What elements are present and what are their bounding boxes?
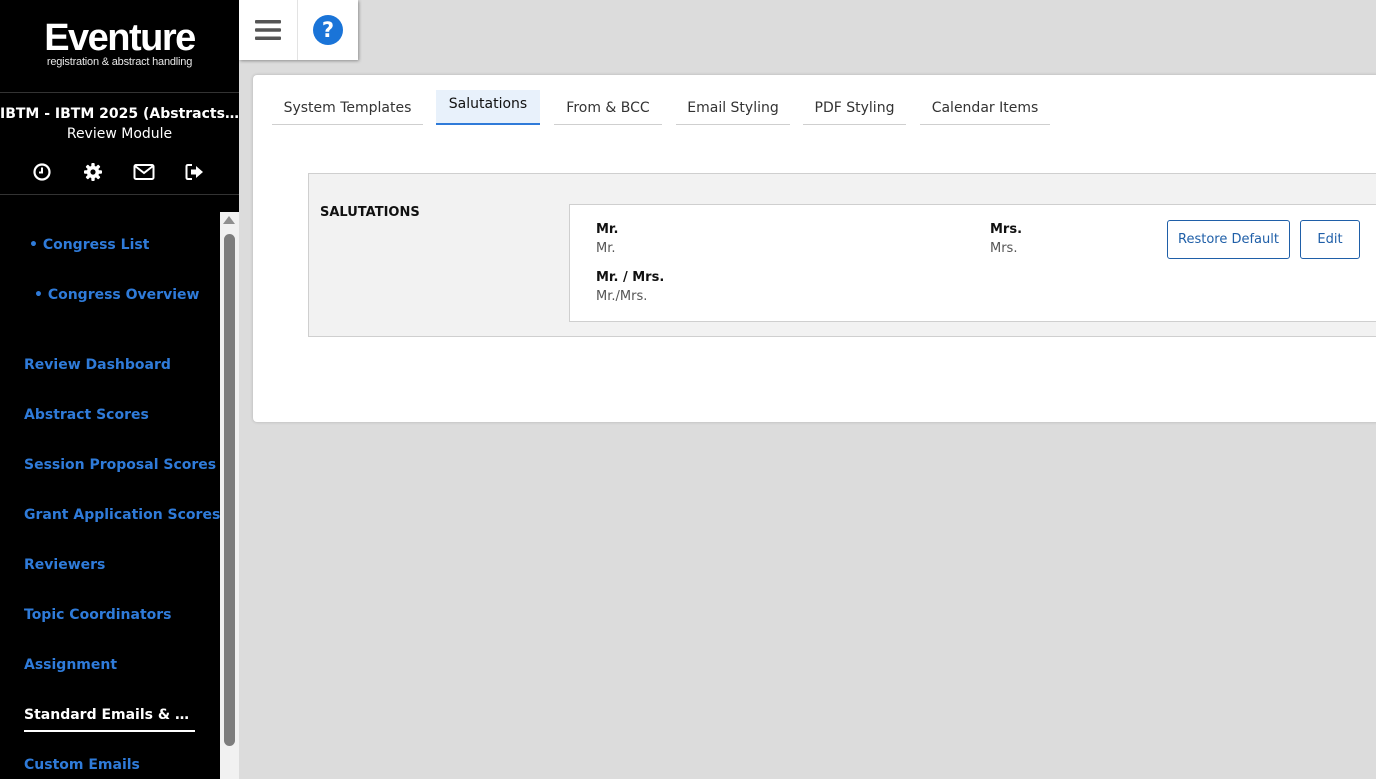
salutations-list: Mr. Mr. Mrs. Mrs. Mr. / Mrs. Mr./Mrs. Re…	[569, 204, 1376, 322]
salutations-panel: SALUTATIONS Mr. Mr. Mrs. Mrs. Mr. / Mrs.…	[308, 173, 1376, 337]
logout-icon[interactable]	[170, 158, 220, 186]
sidebar-item-session-proposal-scores[interactable]: Session Proposal Scores	[24, 455, 216, 475]
salutation-value: Mrs.	[990, 241, 1018, 256]
salutation-label: Mrs.	[990, 222, 1023, 237]
sidebar-item-congress-overview[interactable]: • Congress Overview	[34, 285, 199, 305]
gear-icon[interactable]	[68, 158, 118, 186]
sidebar-item-standard-emails-settings[interactable]: Standard Emails & Setti...	[24, 705, 196, 725]
mail-icon[interactable]	[119, 158, 169, 186]
sidebar-divider	[0, 194, 239, 195]
sidebar-item-assignment[interactable]: Assignment	[24, 655, 117, 675]
brand-logo[interactable]: Eventure registration & abstract handlin…	[0, 18, 239, 68]
sidebar-item-reviewers[interactable]: Reviewers	[24, 555, 105, 575]
tab-calendar-items[interactable]: Calendar Items	[920, 92, 1050, 125]
top-toolbar: ?	[239, 0, 358, 60]
salutation-value: Mr./Mrs.	[596, 289, 648, 304]
active-item-underline	[24, 730, 195, 732]
sidebar-item-topic-coordinators[interactable]: Topic Coordinators	[24, 605, 172, 625]
brand-name: Eventure	[44, 17, 196, 59]
module-name: Review Module	[66, 126, 173, 142]
scroll-up-arrow-icon[interactable]	[223, 216, 235, 224]
sidebar-item-congress-list[interactable]: • Congress List	[29, 235, 149, 255]
sidebar-divider	[0, 92, 239, 93]
sidebar-item-grant-application-scores[interactable]: Grant Application Scores	[24, 505, 220, 525]
svg-text:?: ?	[322, 18, 334, 42]
salutation-value: Mr.	[596, 241, 616, 256]
tab-pdf-styling[interactable]: PDF Styling	[803, 92, 906, 125]
brand-tagline: registration & abstract handling	[46, 56, 193, 68]
hamburger-menu-icon[interactable]	[239, 0, 297, 60]
scrollbar-thumb[interactable]	[224, 234, 235, 746]
tab-salutations[interactable]: Salutations	[436, 90, 540, 125]
tab-system-templates[interactable]: System Templates	[272, 92, 423, 125]
sidebar-icon-row	[17, 158, 222, 186]
help-icon[interactable]: ?	[298, 0, 358, 60]
sidebar-scrollbar[interactable]	[220, 212, 239, 779]
tab-email-styling[interactable]: Email Styling	[676, 92, 790, 125]
sidebar: Eventure registration & abstract handlin…	[0, 0, 239, 779]
edit-button[interactable]: Edit	[1300, 220, 1360, 259]
tab-from-bcc[interactable]: From & BCC	[554, 92, 662, 125]
congress-title: IBTM - IBTM 2025 (Abstracts & Par...	[0, 106, 239, 122]
salutation-label: Mr.	[596, 222, 619, 237]
sidebar-item-abstract-scores[interactable]: Abstract Scores	[24, 405, 149, 425]
restore-default-button[interactable]: Restore Default	[1167, 220, 1290, 259]
panel-title: SALUTATIONS	[320, 205, 420, 220]
content-card: System Templates Salutations From & BCC …	[253, 75, 1376, 422]
salutation-label: Mr. / Mrs.	[596, 270, 665, 285]
sidebar-item-review-dashboard[interactable]: Review Dashboard	[24, 355, 171, 375]
sidebar-item-custom-emails[interactable]: Custom Emails	[24, 755, 140, 775]
clock-icon[interactable]	[17, 158, 67, 186]
